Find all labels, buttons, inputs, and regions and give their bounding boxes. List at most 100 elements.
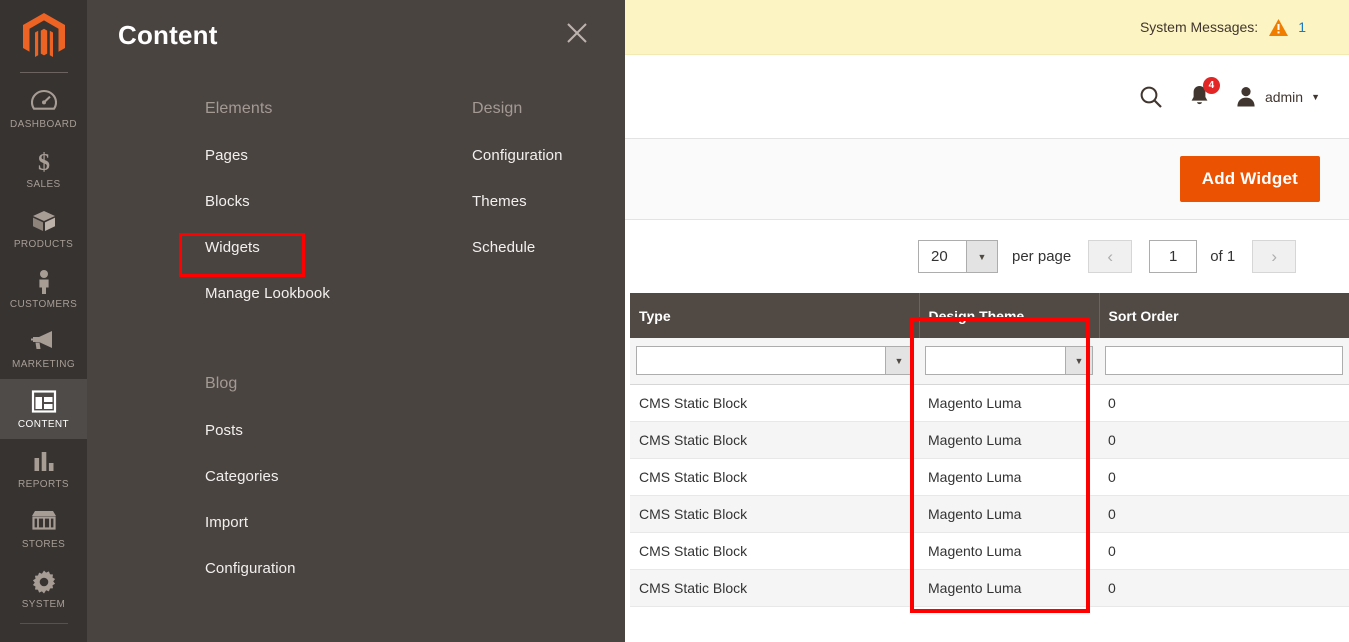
filter-cell-design-theme: ▼ [919,338,1099,385]
menu-link-posts[interactable]: Posts [205,422,296,439]
menu-link-blocks[interactable]: Blocks [205,193,330,210]
sidebar-item-label: DASHBOARD [10,119,77,130]
filter-type-value [637,347,885,374]
cell-sort-order: 0 [1099,458,1349,496]
search-button[interactable] [1139,85,1163,109]
chevron-left-icon: ‹ [1107,246,1114,266]
table-row[interactable]: CMS Static Block Magento Luma 0 [630,384,1349,422]
system-messages-bar: System Messages: 1 [625,0,1349,55]
table-row[interactable]: CMS Static Block Magento Luma 0 [630,458,1349,496]
sidebar-item-reports[interactable]: REPORTS [0,439,87,499]
widgets-grid: Type Design Theme Sort Order ▼ ▼ CMS Sta… [630,293,1349,607]
menu-link-blog-configuration[interactable]: Configuration [205,560,296,577]
menu-link-manage-lookbook[interactable]: Manage Lookbook [205,285,330,302]
products-icon [2,209,85,235]
sidebar-item-products[interactable]: PRODUCTS [0,199,87,259]
admin-page: DASHBOARD $ SALES PRODUCTS CUSTOMERS MAR… [0,0,1349,642]
column-header-design-theme[interactable]: Design Theme [919,293,1100,338]
cell-sort-order: 0 [1099,532,1349,570]
admin-user-menu[interactable]: admin ▼ [1236,86,1320,107]
reports-icon [2,449,85,475]
menu-link-configuration[interactable]: Configuration [472,147,563,164]
cell-design-theme: Magento Luma [919,458,1099,496]
admin-toolbar: 4 admin ▼ [625,55,1349,138]
sidebar-item-label: STORES [21,539,66,550]
sidebar-item-marketing[interactable]: MARKETING [0,319,87,379]
filter-type-select[interactable]: ▼ [636,346,913,375]
sidebar-divider [19,72,68,73]
menu-panel-title: Content [118,20,218,50]
chevron-down-icon: ▼ [885,347,912,374]
sidebar-bottom-divider [19,623,68,624]
search-icon [1140,86,1162,108]
grid-pager: 20 ▼ per page ‹ of 1 › [625,220,1349,293]
notifications-badge: 4 [1202,77,1220,94]
warning-triangle-icon [1269,18,1289,36]
content-icon [2,389,85,415]
marketing-icon [2,329,85,355]
sidebar-item-content[interactable]: CONTENT [0,379,87,439]
menu-link-themes[interactable]: Themes [472,193,563,210]
sidebar-item-dashboard[interactable]: DASHBOARD [0,79,87,139]
cell-type: CMS Static Block [630,384,919,422]
grid-filter-row: ▼ ▼ [630,338,1349,385]
previous-page-button[interactable]: ‹ [1088,240,1133,273]
sidebar-item-label: SALES [26,179,61,190]
sidebar-item-label: MARKETING [11,359,76,370]
user-avatar-icon [1237,87,1255,107]
cell-type: CMS Static Block [630,569,919,607]
page-actions-bar: Add Widget [625,138,1349,220]
total-pages-label: of 1 [1210,248,1236,265]
table-row[interactable]: CMS Static Block Magento Luma 0 [630,421,1349,459]
cell-type: CMS Static Block [630,532,919,570]
menu-link-schedule[interactable]: Schedule [472,239,563,256]
current-page-input[interactable] [1149,240,1198,273]
cell-design-theme: Magento Luma [919,495,1099,533]
magento-logo-icon [22,13,65,57]
menu-link-import[interactable]: Import [205,514,296,531]
close-icon [567,23,587,43]
system-messages-count[interactable]: 1 [1298,19,1306,35]
column-header-sort-order[interactable]: Sort Order [1099,293,1349,338]
svg-text:$: $ [38,150,50,175]
sidebar-item-label: SYSTEM [21,599,66,610]
menu-link-widgets[interactable]: Widgets [205,239,330,256]
chevron-right-icon: › [1271,246,1278,266]
menu-link-pages[interactable]: Pages [205,147,330,164]
sales-icon: $ [2,149,85,176]
cell-design-theme: Magento Luma [919,384,1099,422]
filter-design-theme-select[interactable]: ▼ [925,346,1093,375]
cell-type: CMS Static Block [630,421,919,459]
notifications-button[interactable]: 4 [1189,77,1220,108]
per-page-value: 20 [931,248,948,265]
next-page-button[interactable]: › [1252,240,1297,273]
sidebar-item-label: CUSTOMERS [9,299,78,310]
dashboard-icon [2,89,85,115]
filter-sort-order-input[interactable] [1105,346,1343,375]
sidebar-item-stores[interactable]: STORES [0,499,87,559]
add-widget-button[interactable]: Add Widget [1179,156,1320,202]
sidebar-item-customers[interactable]: CUSTOMERS [0,259,87,319]
chevron-down-icon: ▼ [966,241,997,272]
cell-design-theme: Magento Luma [919,569,1099,607]
chevron-down-icon: ▼ [1065,347,1092,374]
grid-container: Type Design Theme Sort Order ▼ ▼ CMS Sta… [625,293,1349,607]
close-button[interactable] [562,18,592,48]
table-row[interactable]: CMS Static Block Magento Luma 0 [630,532,1349,570]
sidebar-item-sales[interactable]: $ SALES [0,139,87,199]
table-row[interactable]: CMS Static Block Magento Luma 0 [630,569,1349,607]
customers-icon [2,269,85,295]
cell-sort-order: 0 [1099,384,1349,422]
sidebar-item-system[interactable]: SYSTEM [0,559,87,619]
sidebar-item-label: PRODUCTS [13,239,74,250]
per-page-select[interactable]: 20 ▼ [918,240,998,273]
menu-column-heading: Design [472,100,523,117]
content-menu-panel: Content Elements Pages Blocks Widgets Ma… [87,0,625,642]
cell-sort-order: 0 [1099,421,1349,459]
menu-link-categories[interactable]: Categories [205,468,296,485]
primary-sidebar: DASHBOARD $ SALES PRODUCTS CUSTOMERS MAR… [0,0,87,642]
table-row[interactable]: CMS Static Block Magento Luma 0 [630,495,1349,533]
column-header-type[interactable]: Type [630,293,920,338]
magento-logo[interactable] [0,0,87,72]
system-icon [2,569,85,595]
